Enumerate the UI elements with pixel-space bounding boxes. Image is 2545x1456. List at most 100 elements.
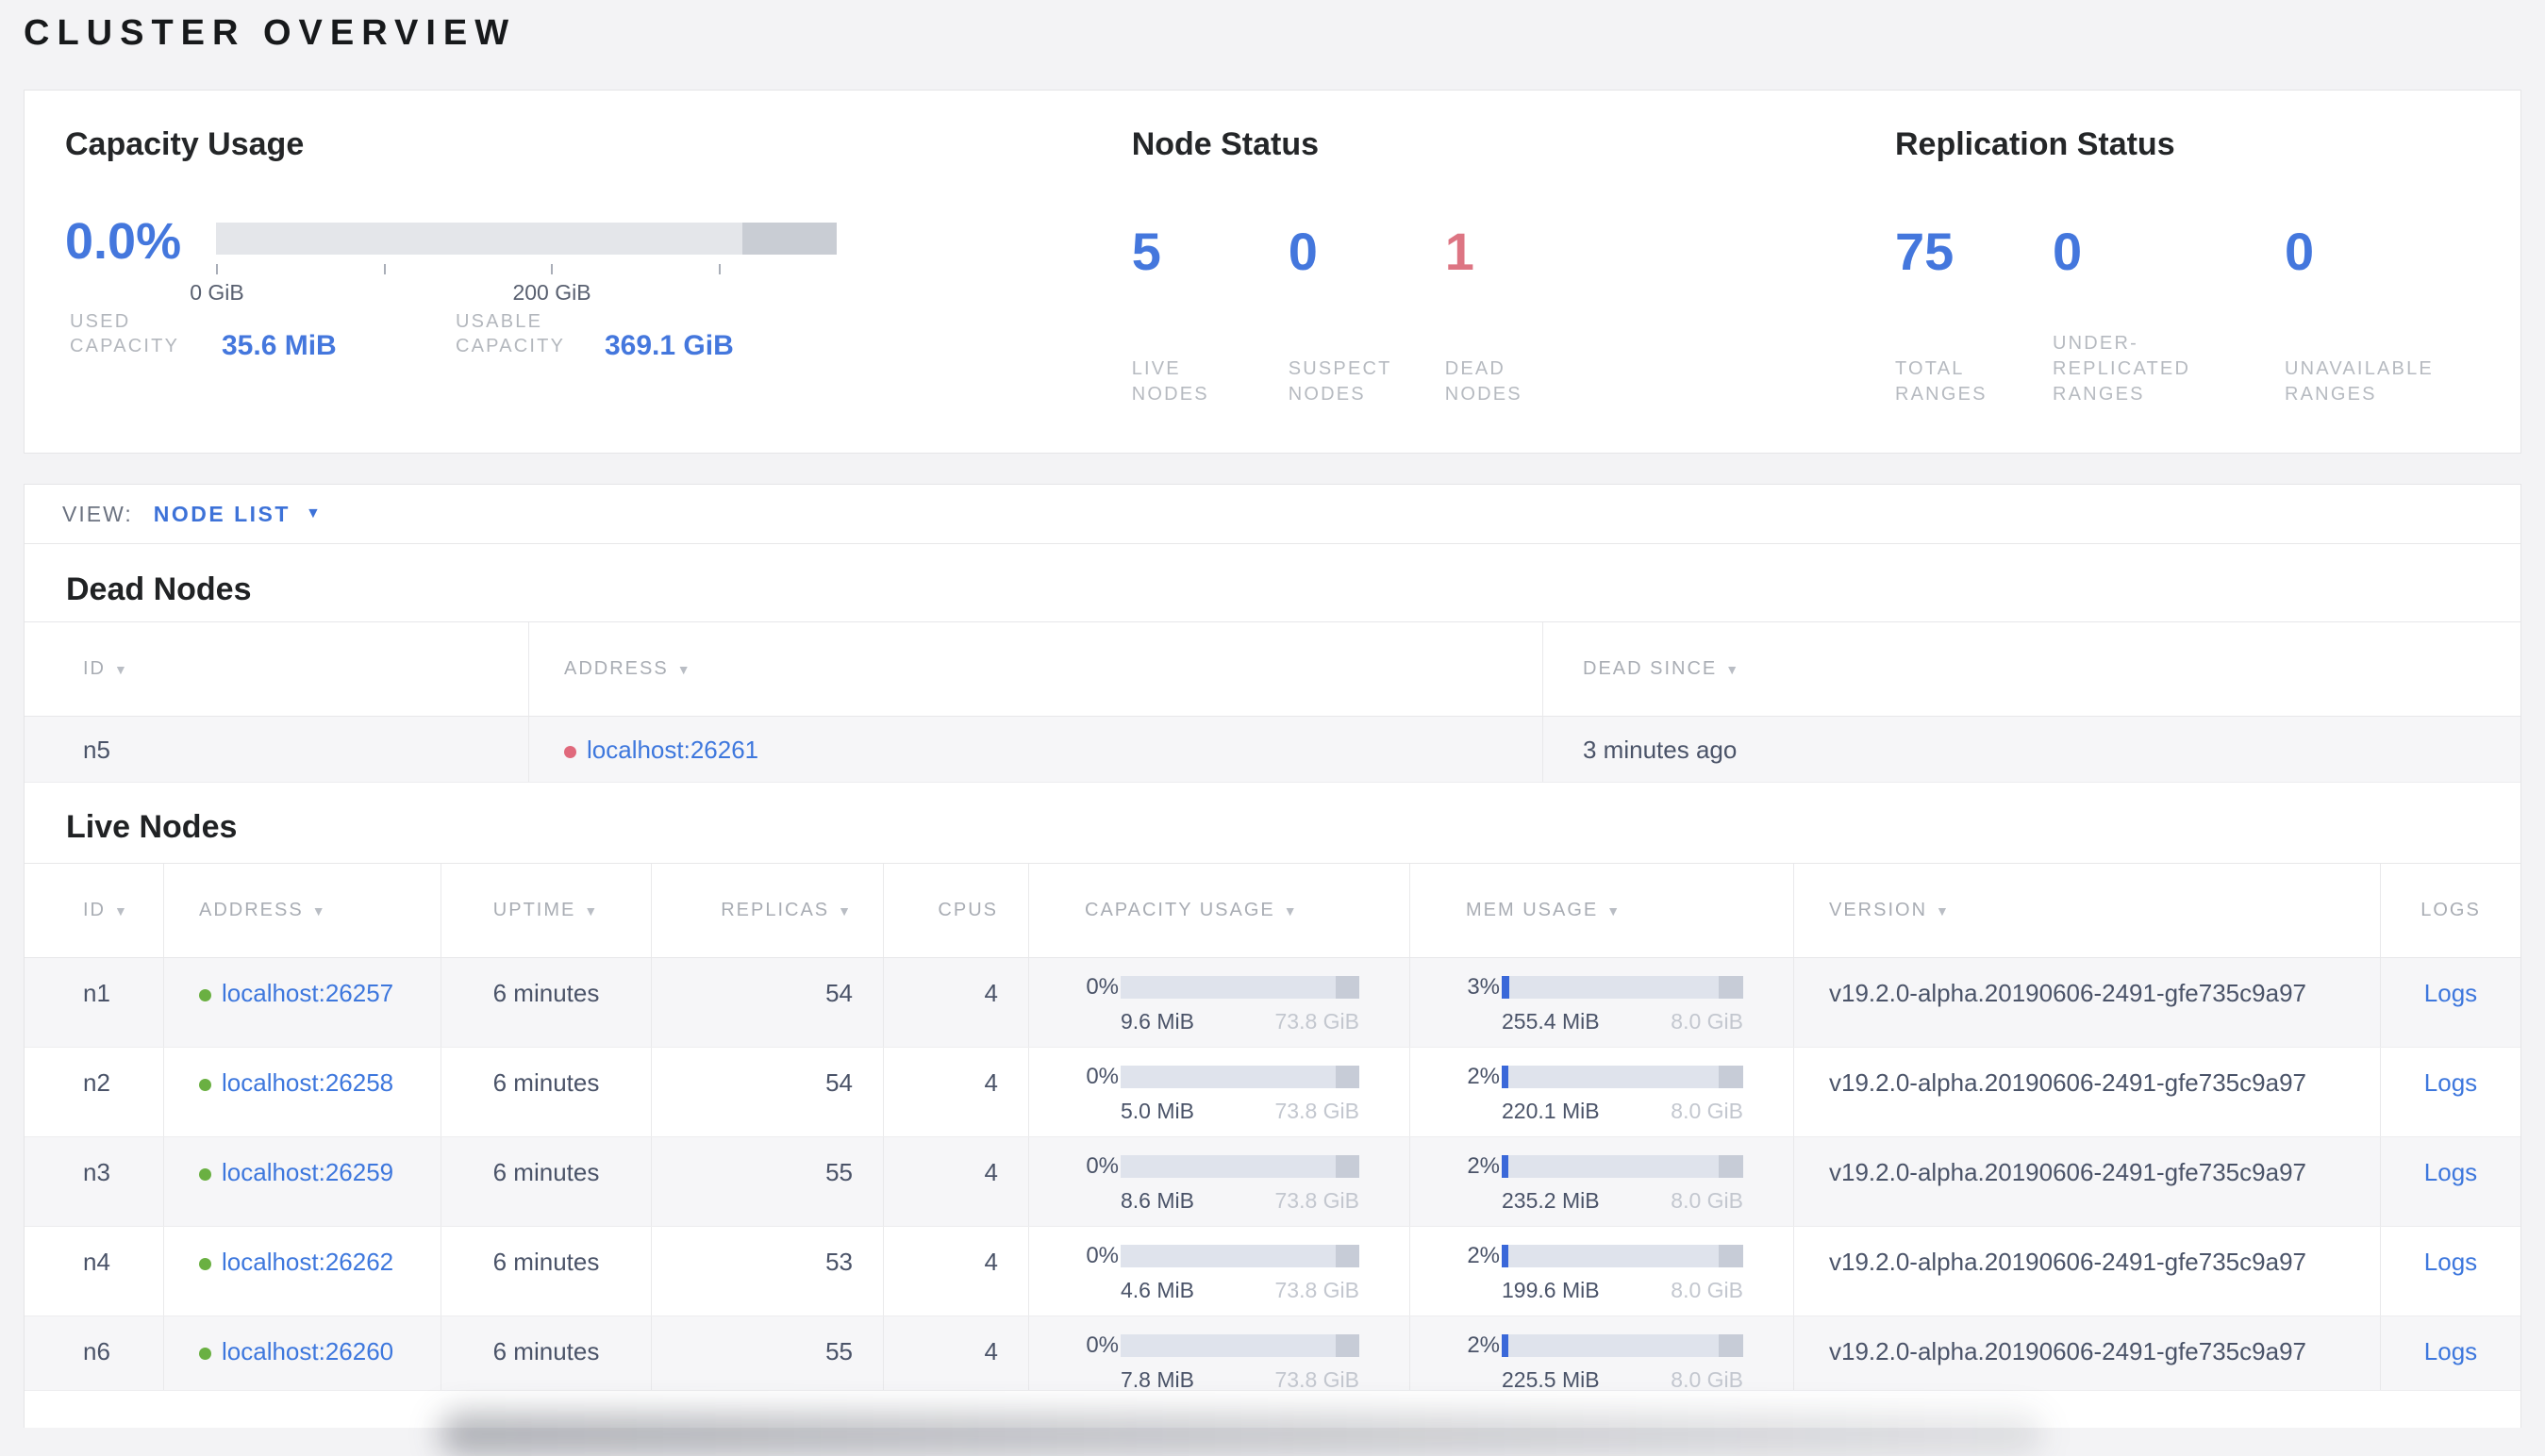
logs-cell: Logs: [2380, 1137, 2520, 1226]
capacity-bar-reserved-segment: [741, 223, 837, 255]
mem-bar-reserved: [1719, 1334, 1743, 1357]
mem-used-value: 235.2 MiB: [1502, 1188, 1600, 1213]
column-header-replicas[interactable]: REPLICAS ▼: [651, 864, 883, 957]
column-header-mem-usage[interactable]: MEM USAGE ▼: [1409, 864, 1793, 957]
live-nodes-table-header: ID ▼ ADDRESS ▼ UPTIME ▼ REPLICAS ▼ CPUS CAPACITY …: [25, 863, 2520, 958]
axis-tick: [384, 264, 386, 274]
node-address-link[interactable]: localhost:26261: [587, 736, 758, 764]
logs-cell: Logs: [2380, 958, 2520, 1047]
capacity-bar: [1121, 1245, 1359, 1267]
unavailable-ranges-stat: 0 UNAVAILABLE RANGES: [2285, 224, 2520, 407]
node-address-cell: localhost:26257: [163, 958, 441, 1047]
node-address-link[interactable]: localhost:26262: [222, 1248, 393, 1276]
dead-since-cell: 3 minutes ago: [1542, 717, 2520, 782]
table-row: n1 localhost:26257 6 minutes 54 4 0% 9.6…: [25, 958, 2520, 1048]
column-header-address[interactable]: ADDRESS ▼: [528, 622, 1542, 716]
cpus-cell: 4: [883, 1137, 1028, 1226]
mem-used-value: 255.4 MiB: [1502, 1009, 1600, 1034]
mem-usage-cell: 3% 255.4 MiB 8.0 GiB: [1409, 958, 1793, 1047]
column-header-uptime[interactable]: UPTIME ▼: [441, 864, 651, 957]
mem-bar-fill: [1502, 1334, 1508, 1357]
node-id-cell: n2: [83, 1068, 110, 1097]
node-address-link[interactable]: localhost:26260: [222, 1337, 393, 1365]
dead-nodes-count: 1: [1444, 222, 1474, 281]
replicas-cell: 54: [651, 958, 883, 1047]
suspect-nodes-count: 0: [1288, 222, 1318, 281]
capacity-usage-section: Capacity Usage 0.0% 0 GiB 200 GiB USED CA…: [65, 124, 1132, 453]
usable-capacity-value: 369.1 GiB: [605, 330, 734, 361]
column-header-label: UPTIME: [492, 900, 576, 920]
unavailable-ranges-label: UNAVAILABLE RANGES: [2285, 358, 2434, 405]
mem-percent: 2%: [1467, 1332, 1500, 1358]
live-status-dot-icon: [199, 1079, 211, 1091]
mem-percent: 3%: [1467, 974, 1500, 1000]
cluster-summary-card: Capacity Usage 0.0% 0 GiB 200 GiB USED CA…: [24, 90, 2521, 454]
axis-tick: [216, 264, 218, 274]
mem-percent: 2%: [1467, 1153, 1500, 1179]
replication-status-section: Replication Status 75 TOTAL RANGES 0 UND…: [1895, 124, 2520, 453]
node-address-link[interactable]: localhost:26258: [222, 1068, 393, 1097]
column-header-address[interactable]: ADDRESS ▼: [163, 864, 441, 957]
node-id-cell: n6: [83, 1337, 110, 1365]
logs-link[interactable]: Logs: [2424, 1068, 2477, 1097]
below-fold-shadow: [440, 1413, 2043, 1456]
column-header-dead-since[interactable]: DEAD SINCE ▼: [1542, 622, 2520, 716]
logs-link[interactable]: Logs: [2424, 979, 2477, 1007]
uptime-cell: 6 minutes: [441, 958, 651, 1047]
logs-link[interactable]: Logs: [2424, 1337, 2477, 1365]
uptime-cell: 6 minutes: [441, 1048, 651, 1136]
mem-bar-reserved: [1719, 1245, 1743, 1267]
live-status-dot-icon: [199, 1348, 211, 1360]
column-header-label: VERSION: [1829, 900, 1928, 920]
capacity-usage-cell: 0% 8.6 MiB 73.8 GiB: [1028, 1137, 1409, 1226]
column-header-label: LOGS: [2420, 900, 2481, 920]
column-header-label: CPUS: [938, 900, 998, 920]
capacity-bar-track: [216, 223, 837, 255]
cpus-cell: 4: [883, 958, 1028, 1047]
mem-bar: [1502, 1066, 1743, 1088]
logs-link[interactable]: Logs: [2424, 1248, 2477, 1276]
under-replicated-ranges-stat: 0 UNDER-REPLICATED RANGES: [2053, 224, 2285, 407]
live-status-dot-icon: [199, 1258, 211, 1270]
live-nodes-stat: 5 LIVE NODES: [1132, 224, 1289, 407]
sort-arrow-icon: ▼: [311, 902, 327, 918]
capacity-bar-reserved: [1335, 976, 1359, 999]
capacity-used-value: 4.6 MiB: [1121, 1278, 1194, 1302]
mem-total-value: 8.0 GiB: [1671, 1367, 1743, 1390]
capacity-percent: 0%: [1086, 1332, 1119, 1358]
sort-arrow-icon: ▼: [1725, 661, 1741, 677]
cpus-cell: 4: [883, 1048, 1028, 1136]
column-header-capacity-usage[interactable]: CAPACITY USAGE ▼: [1028, 864, 1409, 957]
mem-bar-reserved: [1719, 1155, 1743, 1178]
column-header-label: ID: [83, 658, 106, 679]
uptime-cell: 6 minutes: [441, 1316, 651, 1390]
capacity-usage-bar: 0 GiB 200 GiB: [190, 223, 837, 305]
node-address-cell: localhost:26258: [163, 1048, 441, 1136]
axis-tick: [719, 264, 721, 274]
live-nodes-label: LIVE NODES: [1131, 358, 1209, 405]
view-selector[interactable]: NODE LIST: [154, 502, 291, 527]
capacity-bar: [1121, 976, 1359, 999]
capacity-percent: 0%: [1086, 1064, 1119, 1089]
logs-link[interactable]: Logs: [2424, 1158, 2477, 1186]
sort-arrow-icon: ▼: [838, 902, 853, 918]
column-header-id[interactable]: ID ▼: [25, 864, 163, 957]
column-header-id[interactable]: ID ▼: [25, 622, 528, 716]
node-address-cell: localhost:26260: [163, 1316, 441, 1390]
capacity-total-value: 73.8 GiB: [1274, 1278, 1360, 1302]
node-id-cell: n1: [83, 979, 110, 1007]
table-row: n2 localhost:26258 6 minutes 54 4 0% 5.0…: [25, 1048, 2520, 1137]
dead-nodes-table: n5 localhost:26261 3 minutes ago: [25, 717, 2520, 783]
view-bar: VIEW: NODE LIST ▼: [25, 485, 2520, 544]
node-address-link[interactable]: localhost:26259: [222, 1158, 393, 1186]
used-capacity-stat: USED CAPACITY 35.6 MiB: [70, 309, 456, 360]
node-address-link[interactable]: localhost:26257: [222, 979, 393, 1007]
chevron-down-icon[interactable]: ▼: [306, 505, 321, 522]
column-header-version[interactable]: VERSION ▼: [1793, 864, 2380, 957]
column-header-logs: LOGS: [2380, 864, 2520, 957]
mem-percent: 2%: [1467, 1243, 1500, 1268]
dead-nodes-stat: 1 DEAD NODES: [1445, 224, 1602, 407]
column-header-label: MEM USAGE: [1466, 900, 1599, 920]
table-row: n5 localhost:26261 3 minutes ago: [25, 717, 2520, 783]
nodes-panel: VIEW: NODE LIST ▼ Dead Nodes ID ▼ ADDRESS ▼…: [24, 484, 2521, 1456]
